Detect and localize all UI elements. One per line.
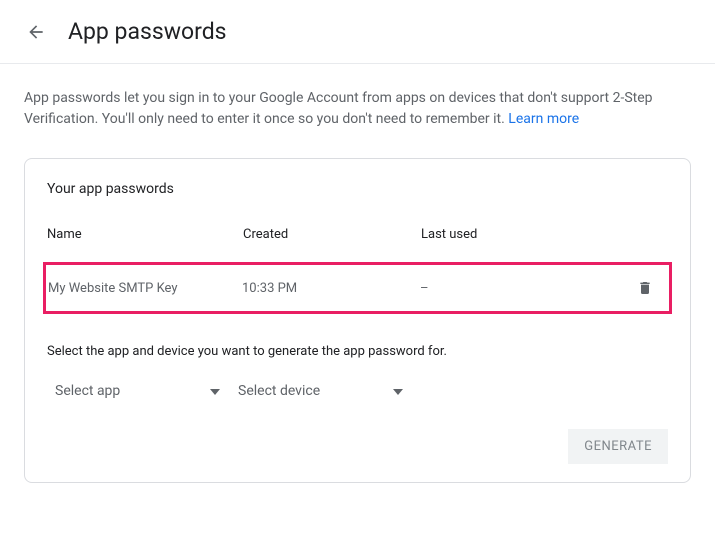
col-header-name: Name <box>47 227 243 242</box>
select-device-label: Select device <box>238 383 320 399</box>
chevron-down-icon <box>393 383 403 399</box>
card-title: Your app passwords <box>47 181 668 197</box>
select-app-dropdown[interactable]: Select app <box>55 383 220 399</box>
select-instruction: Select the app and device you want to ge… <box>47 344 668 359</box>
col-header-lastused: Last used <box>421 227 628 242</box>
app-passwords-card: Your app passwords Name Created Last use… <box>24 158 691 483</box>
delete-icon[interactable] <box>637 279 653 297</box>
back-arrow-icon[interactable] <box>24 20 48 44</box>
card-actions: GENERATE <box>47 429 668 464</box>
description: App passwords let you sign in to your Go… <box>24 88 691 130</box>
content: App passwords let you sign in to your Go… <box>0 64 715 491</box>
table-row: My Website SMTP Key 10:33 PM – <box>43 262 672 314</box>
row-name: My Website SMTP Key <box>46 281 242 296</box>
table-header: Name Created Last used <box>47 227 668 242</box>
row-lastused: – <box>420 281 625 296</box>
chevron-down-icon <box>210 383 220 399</box>
row-created: 10:33 PM <box>242 281 420 296</box>
selects-row: Select app Select device <box>47 383 668 399</box>
select-app-label: Select app <box>55 383 120 399</box>
page-title: App passwords <box>68 18 227 45</box>
col-header-created: Created <box>243 227 421 242</box>
col-header-action <box>628 227 668 242</box>
header: App passwords <box>0 0 715 64</box>
passwords-table: Name Created Last used My Website SMTP K… <box>47 227 668 314</box>
select-device-dropdown[interactable]: Select device <box>238 383 403 399</box>
learn-more-link[interactable]: Learn more <box>508 111 579 127</box>
generate-button[interactable]: GENERATE <box>568 429 668 464</box>
